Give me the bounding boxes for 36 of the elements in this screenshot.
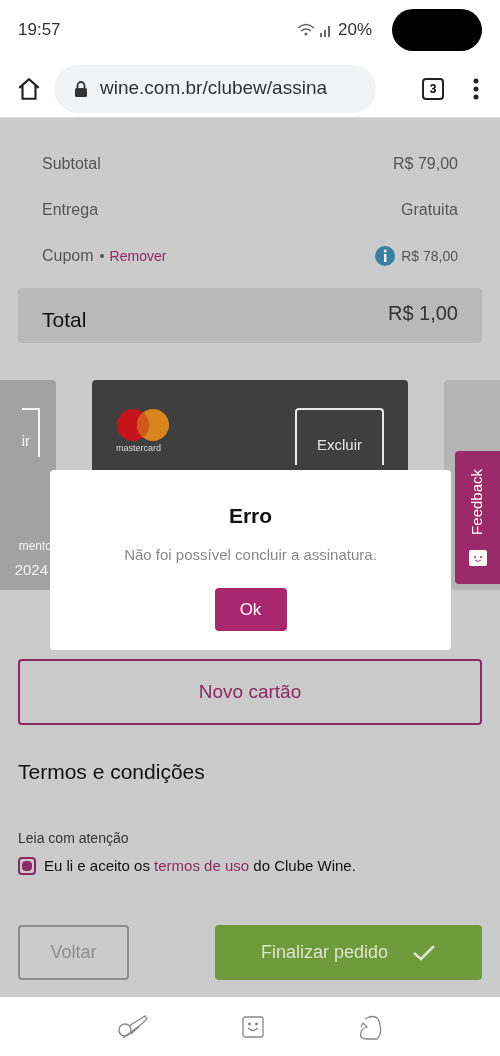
battery-level: 20% <box>337 19 372 42</box>
terms-note: Leia com atenção <box>18 828 130 848</box>
summary-label: Entrega <box>42 200 99 220</box>
dialog-title: Erro <box>228 503 273 529</box>
tab-count[interactable]: 3 <box>422 77 444 100</box>
summary-value: Gratuita <box>401 200 458 220</box>
home-icon[interactable] <box>16 75 42 102</box>
total-value: R$ 1,00 <box>387 301 458 326</box>
menu-icon[interactable] <box>472 77 480 100</box>
smiley-icon <box>468 550 487 567</box>
card-brand: mastercard <box>116 442 162 455</box>
terms-heading: Termos e condições <box>18 759 206 785</box>
ok-button[interactable]: Ok <box>214 588 287 631</box>
summary-value: R$ 79,00 <box>393 154 458 174</box>
check-icon <box>412 943 437 962</box>
status-time: 19:57 <box>18 19 61 42</box>
delete-button[interactable]: Excluir <box>295 408 384 465</box>
terms-checkbox[interactable] <box>18 856 36 875</box>
feedback-tab[interactable]: Feedback <box>455 451 500 584</box>
smiley-icon[interactable] <box>242 1015 264 1038</box>
summary-value: R$ 78,00 <box>401 246 458 266</box>
terms-link[interactable]: termos de uso <box>154 856 250 874</box>
remove-link[interactable]: Remover <box>109 245 167 267</box>
card-value: 2024 <box>14 559 48 580</box>
dialog-message: Não foi possível concluir a assinatura. <box>124 544 377 565</box>
summary-label: Cupom <box>42 246 94 266</box>
finish-button[interactable]: Finalizar pedido <box>215 925 482 980</box>
url-text: wine.com.br/clubew/assina <box>100 76 328 101</box>
address-bar[interactable]: wine.com.br/clubew/assina <box>54 64 376 113</box>
mastercard-logo-icon <box>116 408 170 442</box>
terms-text: Eu li e aceito os termos de uso do Clube Wine. <box>44 855 356 876</box>
summary-label: Subtotal <box>42 154 101 174</box>
total-label: Total <box>42 306 87 333</box>
info-icon[interactable] <box>375 246 396 266</box>
lock-icon <box>74 80 88 97</box>
new-card-button[interactable]: Novo cartão <box>18 659 482 725</box>
